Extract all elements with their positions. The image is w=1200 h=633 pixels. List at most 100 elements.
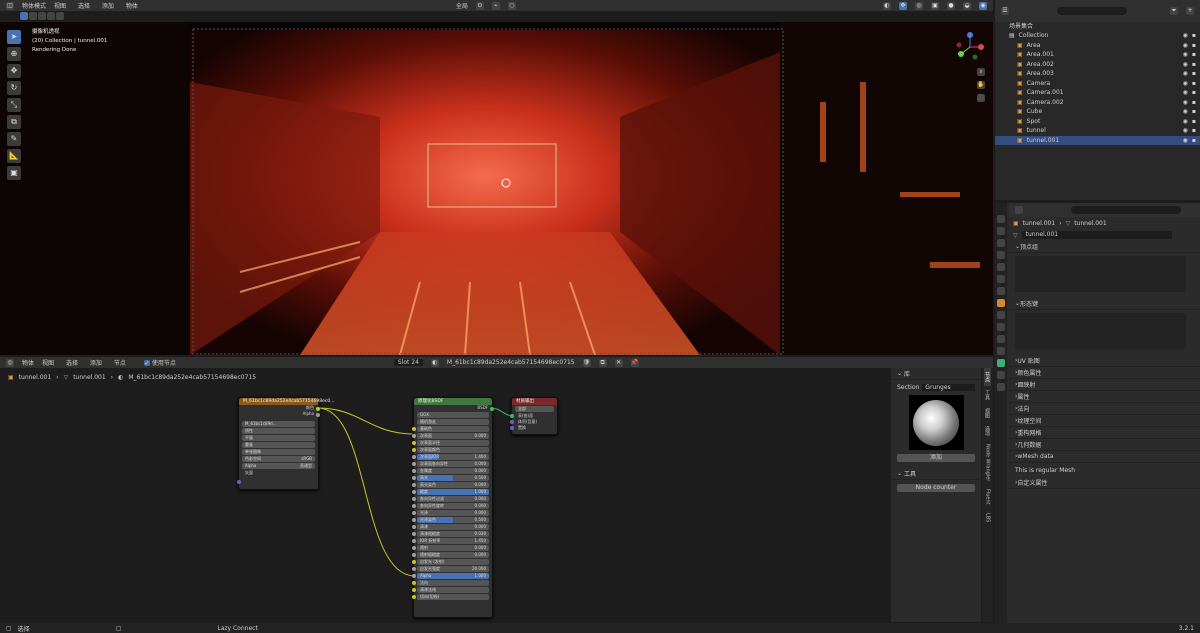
subsurface-method-select[interactable]: 随机游走 bbox=[417, 419, 489, 425]
grunge-preview[interactable] bbox=[908, 395, 964, 450]
bsdf-input-socket[interactable] bbox=[412, 539, 416, 543]
bsdf-input-row[interactable]: 金属度 0.000 bbox=[412, 468, 489, 474]
image-node-setting[interactable]: Alpha 直通型 bbox=[242, 463, 315, 469]
bsdf-input-row[interactable]: 透射 0.000 bbox=[412, 545, 489, 551]
particles-tab-icon[interactable] bbox=[997, 323, 1005, 331]
menu-select[interactable]: 选择 bbox=[78, 3, 90, 10]
eye-icon[interactable]: ◉ bbox=[1183, 108, 1188, 115]
camera-view-icon[interactable]: 🎥 bbox=[977, 94, 985, 102]
bsdf-input-socket[interactable] bbox=[412, 434, 416, 438]
outliner-search-icon[interactable] bbox=[1057, 7, 1127, 15]
properties-editor-icon[interactable] bbox=[1015, 206, 1023, 214]
mesh-name-field[interactable]: tunnel.001 bbox=[1021, 231, 1172, 239]
property-section-header[interactable]: › 自定义属性 bbox=[1009, 477, 1200, 489]
node-menu-add[interactable]: 添加 bbox=[90, 360, 102, 367]
select-intersect-icon[interactable] bbox=[56, 12, 64, 20]
collection-tab-icon[interactable] bbox=[997, 287, 1005, 295]
use-nodes-checkbox[interactable]: ✓ 使用节点 bbox=[143, 358, 176, 367]
image-color-socket[interactable] bbox=[316, 407, 320, 411]
property-section-header[interactable]: › 属性 bbox=[1009, 391, 1200, 403]
outliner-row[interactable]: ▤ Collection ◉ ▪ bbox=[995, 31, 1200, 41]
image-node-setting[interactable]: 平展 bbox=[242, 435, 315, 441]
duplicate-material-icon[interactable]: ⧉ bbox=[598, 358, 607, 367]
physics-tab-icon[interactable] bbox=[997, 335, 1005, 343]
menu-view[interactable]: 视图 bbox=[54, 3, 66, 10]
tools-panel-header[interactable]: ⌄ 工具 bbox=[891, 468, 981, 480]
sidebar-tab[interactable]: Fluent bbox=[985, 485, 991, 509]
properties-search-icon[interactable] bbox=[1071, 206, 1181, 214]
bsdf-input-socket[interactable] bbox=[412, 511, 416, 515]
bsdf-input-socket[interactable] bbox=[412, 581, 416, 585]
slot-select[interactable]: Slot 24 bbox=[393, 359, 423, 366]
bsdf-input-socket[interactable] bbox=[412, 483, 416, 487]
eye-icon[interactable]: ◉ bbox=[1183, 42, 1188, 49]
bsdf-input-row[interactable]: 次表面各向异性 0.000 bbox=[412, 461, 489, 467]
bsdf-input-socket[interactable] bbox=[412, 553, 416, 557]
bsdf-input-socket[interactable] bbox=[412, 518, 416, 522]
image-alpha-socket[interactable] bbox=[316, 413, 320, 417]
eye-icon[interactable]: ◉ bbox=[1183, 80, 1188, 87]
bsdf-input-socket[interactable] bbox=[412, 532, 416, 536]
gizmo-icon[interactable]: ✥ bbox=[899, 1, 907, 10]
output-input-socket[interactable] bbox=[510, 426, 514, 430]
property-section-header[interactable]: › 几何数据 bbox=[1009, 439, 1200, 451]
bsdf-input-row[interactable]: 透射粗糙度 0.000 bbox=[412, 552, 489, 558]
node-menu-select[interactable]: 选择 bbox=[66, 360, 78, 367]
property-section-header[interactable]: › wMesh data bbox=[1009, 451, 1200, 463]
eye-icon[interactable]: ◉ bbox=[1183, 70, 1188, 77]
select-box-icon[interactable] bbox=[20, 12, 28, 20]
bsdf-input-row[interactable]: 切向(切线) bbox=[412, 594, 489, 600]
bsdf-input-row[interactable]: 自发光强度 20.000 bbox=[412, 566, 489, 572]
outliner-row[interactable]: ▣ Camera ◉ ▪ bbox=[995, 79, 1200, 89]
outliner-row[interactable]: ▣ Area ◉ ▪ bbox=[995, 41, 1200, 51]
output-input-socket[interactable] bbox=[510, 420, 514, 424]
sidebar-tab[interactable]: Node Wrangler bbox=[985, 440, 991, 485]
bsdf-input-socket[interactable] bbox=[412, 574, 416, 578]
pan-hand-icon[interactable]: ✋ bbox=[977, 81, 985, 89]
render-camera-icon[interactable]: ▪ bbox=[1192, 118, 1196, 125]
transform-tool-icon[interactable]: ⧉ bbox=[7, 115, 21, 129]
select-tool-icon[interactable]: ➤ bbox=[7, 30, 21, 44]
bsdf-input-row[interactable]: 次表面IOR 1.400 bbox=[412, 454, 489, 460]
mesh-data-tab-icon[interactable] bbox=[997, 359, 1005, 367]
node-menu-view[interactable]: 视图 bbox=[42, 360, 54, 367]
distribution-select[interactable]: GGX bbox=[417, 412, 489, 418]
render-camera-icon[interactable]: ▪ bbox=[1192, 89, 1196, 96]
texture-tab-icon[interactable] bbox=[997, 383, 1005, 391]
modifier-tab-icon[interactable] bbox=[997, 311, 1005, 319]
output-tab-icon[interactable] bbox=[997, 239, 1005, 247]
editor-type-icon[interactable]: ◫ bbox=[6, 1, 14, 10]
bsdf-input-row[interactable]: 清漆粗糙度 0.030 bbox=[412, 531, 489, 537]
bsdf-output-socket[interactable] bbox=[490, 407, 494, 411]
render-camera-icon[interactable]: ▪ bbox=[1192, 70, 1196, 77]
render-tab-icon[interactable] bbox=[997, 227, 1005, 235]
eye-icon[interactable]: ◉ bbox=[1183, 99, 1188, 106]
outliner-row[interactable]: ▣ Camera.002 ◉ ▪ bbox=[995, 98, 1200, 108]
shading-solid-icon[interactable]: ● bbox=[947, 1, 955, 10]
xray-icon[interactable]: ▣ bbox=[931, 1, 939, 10]
outliner-row[interactable]: ▣ Area.001 ◉ ▪ bbox=[995, 50, 1200, 60]
property-section-header[interactable]: › 法向 bbox=[1009, 403, 1200, 415]
bsdf-input-socket[interactable] bbox=[412, 469, 416, 473]
render-camera-icon[interactable]: ▪ bbox=[1192, 42, 1196, 49]
render-camera-icon[interactable]: ▪ bbox=[1192, 61, 1196, 68]
bsdf-input-row[interactable]: 基础色 bbox=[412, 426, 489, 432]
vertex-groups-list[interactable] bbox=[1015, 256, 1186, 292]
bsdf-input-socket[interactable] bbox=[412, 462, 416, 466]
bsdf-input-socket[interactable] bbox=[412, 497, 416, 501]
bsdf-input-row[interactable]: 光泽 0.000 bbox=[412, 510, 489, 516]
fake-user-icon[interactable]: 🛡 bbox=[582, 358, 591, 367]
overlay-icon[interactable]: ◎ bbox=[915, 1, 923, 10]
outliner-row[interactable]: ▣ tunnel.001 ◉ ▪ bbox=[995, 135, 1200, 145]
render-camera-icon[interactable]: ▪ bbox=[1192, 137, 1196, 144]
add-cube-tool-icon[interactable]: ▣ bbox=[7, 166, 21, 180]
material-name-field[interactable]: M_61bc1c89da252e4cab57154698ec0715 bbox=[447, 359, 575, 366]
image-texture-node[interactable]: M_61bc1c89da252e4cab57154698ec0... 颜色 Al… bbox=[237, 397, 334, 490]
node-editor-type-icon[interactable]: ◎ bbox=[6, 358, 14, 367]
library-panel-header[interactable]: ⌄ 库 bbox=[891, 368, 981, 380]
bsdf-input-row[interactable]: 自发光 (发射) bbox=[412, 559, 489, 565]
image-node-setting[interactable]: 色彩空间 sRGB bbox=[242, 456, 315, 462]
rotate-tool-icon[interactable]: ↻ bbox=[7, 81, 21, 95]
sidebar-tab[interactable]: 工具 bbox=[984, 386, 991, 404]
sidebar-tab[interactable]: 选项 bbox=[984, 422, 991, 440]
